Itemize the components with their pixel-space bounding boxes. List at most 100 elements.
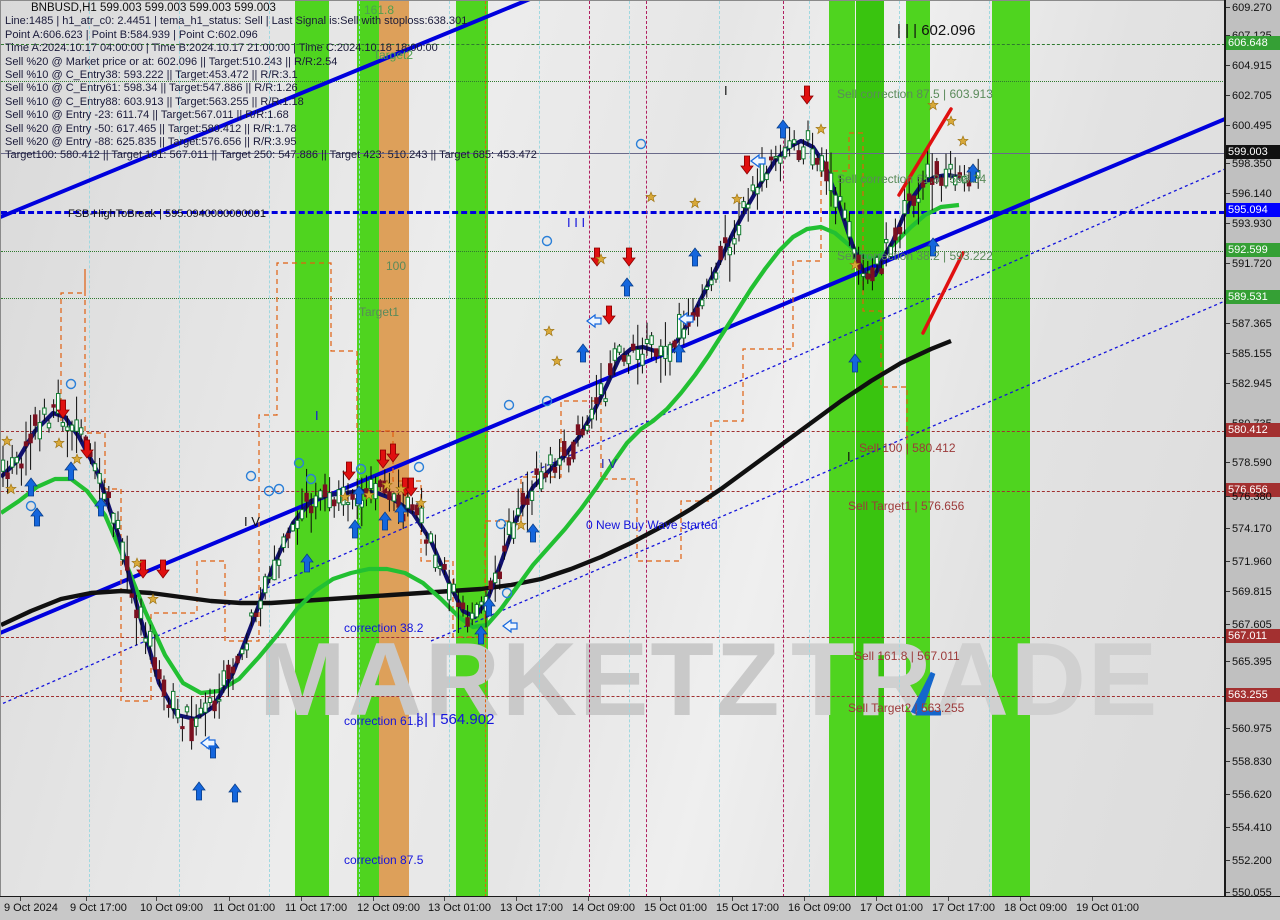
a-100: 100 <box>386 259 407 273</box>
price-tick-571-960: 571.960 <box>1226 555 1280 569</box>
a-corr618: correction 61.8 <box>344 714 424 728</box>
a-wave4-a: I V <box>244 514 260 529</box>
header-line-1: Line:1485 | h1_atr_c0: 2.4451 | tema_h1_… <box>5 15 468 28</box>
time-scale[interactable]: 9 Oct 2024 9 Oct 17:00 10 Oct 09:00 11 Oct … <box>0 896 1280 920</box>
header-line-8: Sell %10 @ Entry -23: 611.74 || Target:5… <box>5 109 289 122</box>
a-newbuywave: 0 New Buy Wave started <box>586 518 718 532</box>
price-tick-582-945: 582.945 <box>1226 377 1280 391</box>
price-tick-580-412: 580.412 <box>1226 423 1280 437</box>
time-tick-6 <box>444 897 445 901</box>
header-line-6: Sell %10 @ C_Entry61: 598.34 || Target:5… <box>5 82 298 95</box>
price-tick-567-011: 567.011 <box>1226 629 1280 643</box>
price-tick-591-720: 591.720 <box>1226 257 1280 271</box>
time-label-1: 9 Oct 17:00 <box>70 902 127 914</box>
time-label-9: 15 Oct 01:00 <box>644 902 707 914</box>
header-line-7: Sell %10 @ C_Entry88: 603.913 || Target:… <box>5 95 304 108</box>
price-tick-569-815: 569.815 <box>1226 585 1280 599</box>
price-tick-587-365: 587.365 <box>1226 317 1280 331</box>
ema-slow-line <box>1 338 952 627</box>
price-tick-604-915: 604.915 <box>1226 59 1280 73</box>
price-tick-592-599: 592.599 <box>1226 243 1280 257</box>
price-tick-598-350: 598.350 <box>1226 157 1280 171</box>
price-tick-576-380: 576.380 <box>1226 490 1280 504</box>
time-tick-15 <box>1092 897 1093 901</box>
price-tick-600-495: 600.495 <box>1226 119 1280 133</box>
header-line-9: Sell %20 @ Entry -50: 617.465 || Target:… <box>5 122 297 135</box>
time-label-5: 12 Oct 09:00 <box>357 902 420 914</box>
price-tick-578-590: 578.590 <box>1226 456 1280 470</box>
time-label-12: 17 Oct 01:00 <box>860 902 923 914</box>
time-label-10: 15 Oct 17:00 <box>716 902 779 914</box>
a-sell1618: Sell 161.8 | 567.011 <box>854 649 960 663</box>
time-tick-8 <box>588 897 589 901</box>
chart-info-header: BNBUSD,H1 599.003 599.003 599.003 599.00… <box>5 2 537 163</box>
price-tick-552-200: 552.200 <box>1226 854 1280 868</box>
header-line-0: BNBUSD,H1 599.003 599.003 599.003 599.00… <box>31 2 276 14</box>
time-label-11: 16 Oct 09:00 <box>788 902 851 914</box>
time-tick-11 <box>804 897 805 901</box>
time-tick-13 <box>948 897 949 901</box>
time-tick-5 <box>373 897 374 901</box>
price-tick-602-705: 602.705 <box>1226 89 1280 103</box>
a-sellcorr382: Sell correction 38.2 | 593.222 <box>837 249 993 263</box>
a-wave3-a: I I I <box>567 215 586 230</box>
a-target1: Target1 <box>359 305 400 319</box>
time-label-4: 11 Oct 17:00 <box>285 902 348 914</box>
price-tick-556-620: 556.620 <box>1226 788 1280 802</box>
time-label-7: 13 Oct 17:00 <box>500 902 563 914</box>
a-sellcorr875: Sell correction 87.5 | 603.913 <box>837 87 993 101</box>
price-tick-574-170: 574.170 <box>1226 522 1280 536</box>
header-line-3: Time A:2024.10.17 04:00:00 | Time B:2024… <box>5 42 438 55</box>
hollow-arrow-markers <box>200 153 766 751</box>
price-tick-609-270: 609.270 <box>1226 1 1280 15</box>
trend-dotted-lines <box>1 168 1225 705</box>
time-tick-7 <box>516 897 517 901</box>
a-selltgt2: Sell Target2 | 563.255 <box>848 701 965 715</box>
price-tick-606-648: 606.648 <box>1226 36 1280 50</box>
price-tick-596-140: 596.140 <box>1226 187 1280 201</box>
header-line-4: Sell %20 @ Market price or at: 602.096 |… <box>5 55 338 68</box>
time-label-15: 19 Oct 01:00 <box>1076 902 1139 914</box>
time-tick-3 <box>229 897 230 901</box>
a-wave1-a: I <box>315 408 319 423</box>
time-label-2: 10 Oct 09:00 <box>140 902 203 914</box>
time-label-8: 14 Oct 09:00 <box>572 902 635 914</box>
price-tick-565-395: 565.395 <box>1226 655 1280 669</box>
a-564902: | | | 564.902 <box>416 711 495 728</box>
time-tick-0 <box>20 897 21 901</box>
time-tick-2 <box>156 897 157 901</box>
ema-medium-line <box>1 202 960 696</box>
header-line-2: Point A:606.623 | Point B:584.939 | Poin… <box>5 28 258 41</box>
a-wave4-b: I V <box>601 456 617 471</box>
a-selltgt1: Sell Target1 | 576.656 <box>848 499 965 513</box>
a-corr875: correction 87.5 <box>344 853 424 867</box>
price-tick-589-531: 589.531 <box>1226 290 1280 304</box>
time-label-13: 17 Oct 17:00 <box>932 902 995 914</box>
time-tick-9 <box>660 897 661 901</box>
time-label-3: 11 Oct 01:00 <box>213 902 276 914</box>
time-tick-10 <box>732 897 733 901</box>
price-scale[interactable]: 609.270607.125606.648604.915602.705600.4… <box>1224 0 1280 899</box>
a-sellcorr618: Sell correction 61.8 | 598.34 <box>837 172 987 186</box>
a-wave1-b: I <box>724 83 728 98</box>
a-sell100: Sell 100 | 580.412 <box>859 441 956 455</box>
price-tick-593-930: 593.930 <box>1226 217 1280 231</box>
chart-plot-area[interactable]: MARKETZ TRADE 161.8 Target2 | | | 602.09… <box>0 0 1225 897</box>
time-tick-12 <box>876 897 877 901</box>
a-corr382: correction 38.2 <box>344 621 424 635</box>
a-602096: | | | 602.096 <box>897 22 976 39</box>
time-label-14: 18 Oct 09:00 <box>1004 902 1067 914</box>
header-line-10: Sell %20 @ Entry -88: 625.835 || Target:… <box>5 136 297 149</box>
a-wave1-c: I <box>847 449 851 464</box>
header-line-5: Sell %10 @ C_Entry38: 593.222 || Target:… <box>5 69 298 82</box>
header-line-11: Target100: 580.412 || Target 161: 567.01… <box>5 149 537 162</box>
price-tick-595-094: 595.094 <box>1226 203 1280 217</box>
price-tick-554-410: 554.410 <box>1226 821 1280 835</box>
time-label-6: 13 Oct 01:00 <box>428 902 491 914</box>
price-tick-563-255: 563.255 <box>1226 688 1280 702</box>
price-tick-560-975: 560.975 <box>1226 722 1280 736</box>
red-trend-strokes <box>897 107 965 335</box>
time-tick-1 <box>86 897 87 901</box>
time-tick-14 <box>1020 897 1021 901</box>
a-fsb: FSB-HighToBreak | 595.0940000000001 <box>68 208 266 220</box>
